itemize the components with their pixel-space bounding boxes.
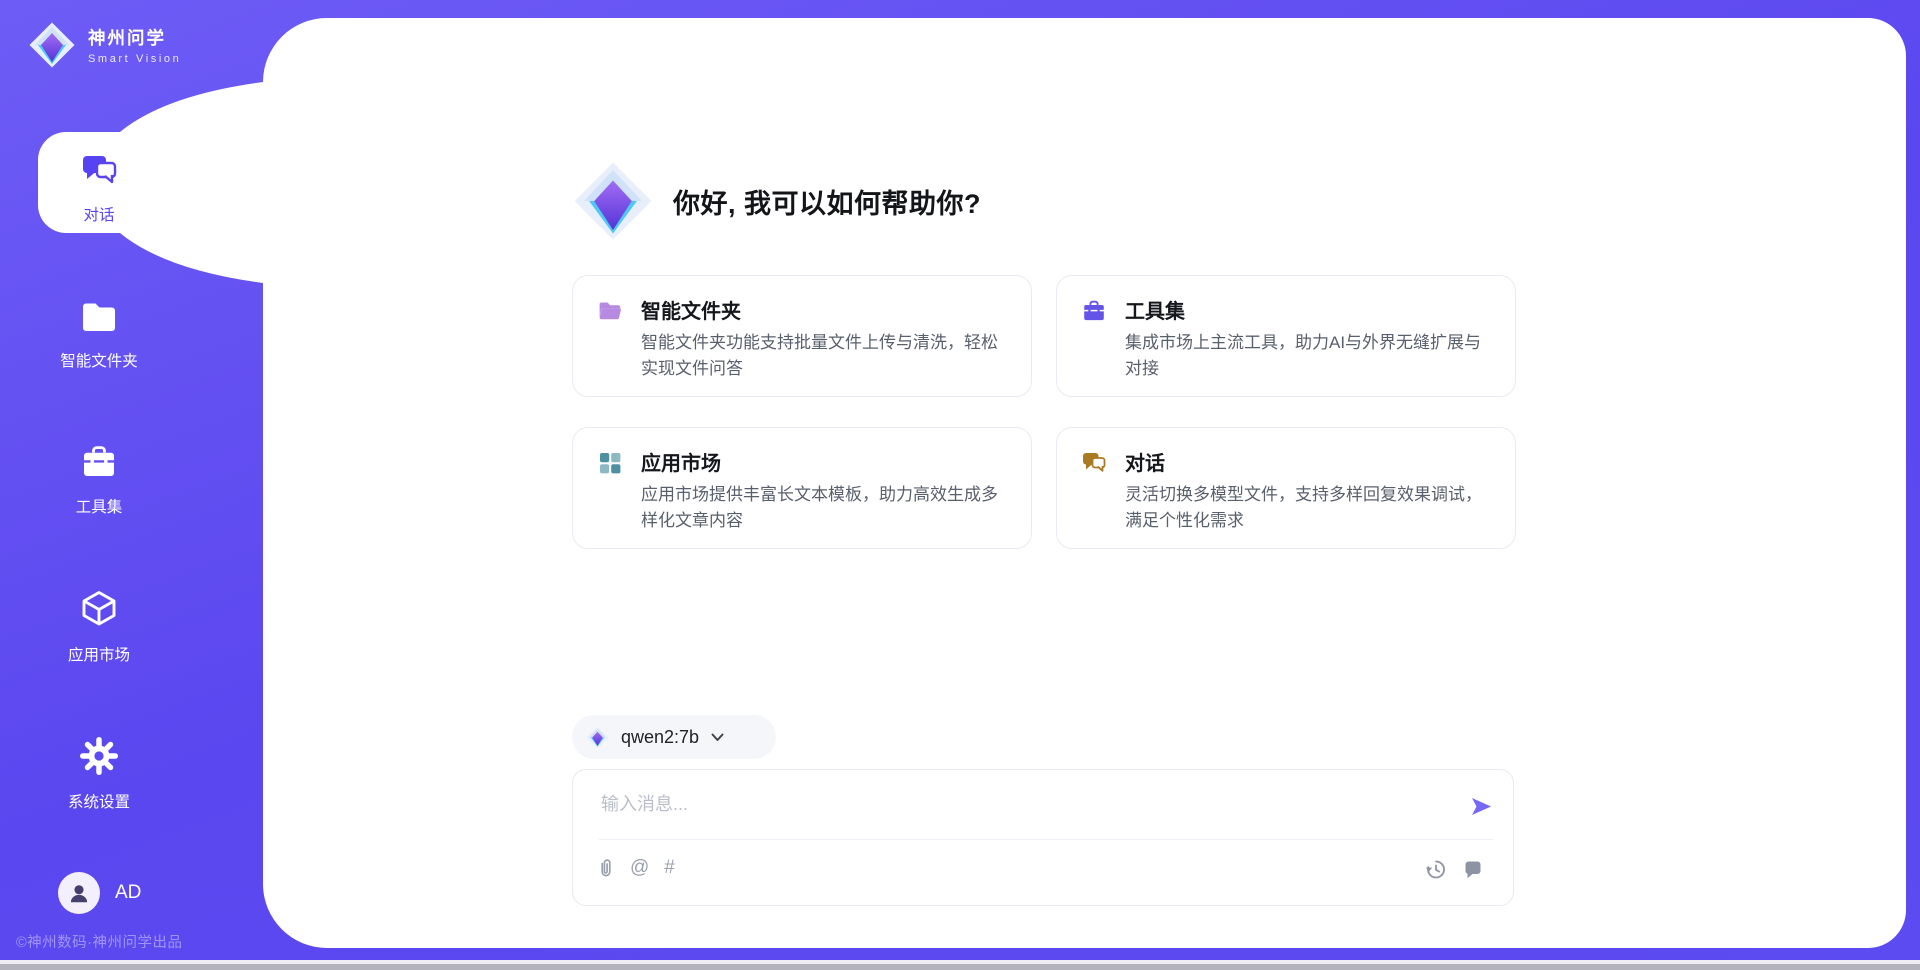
composer-tools-right	[1425, 858, 1483, 879]
user-account[interactable]: AD	[58, 872, 141, 914]
feature-card-app-market[interactable]: 应用市场 应用市场提供丰富长文本模板，助力高效生成多样化文章内容	[572, 427, 1032, 549]
model-name: qwen2:7b	[621, 727, 699, 748]
sidebar-item-settings[interactable]: 系统设置	[0, 735, 198, 812]
card-title: 对话	[1125, 447, 1491, 476]
brand-name: 神州问学	[88, 25, 181, 50]
card-desc: 智能文件夹功能支持批量文件上传与清洗，轻松实现文件问答	[641, 330, 1009, 382]
user-avatar	[58, 872, 100, 914]
card-title: 智能文件夹	[641, 295, 1007, 324]
grid-icon	[597, 450, 623, 476]
model-logo-icon	[586, 726, 609, 749]
brand-logo-icon	[28, 21, 76, 69]
main-panel: 你好, 我可以如何帮助你? 智能文件夹 智能文件夹功能支持批量文件上传与清洗，轻…	[263, 18, 1906, 948]
card-title: 应用市场	[641, 447, 1007, 476]
send-icon[interactable]	[1470, 795, 1493, 818]
toolbox-icon	[79, 442, 119, 487]
hash-icon[interactable]: #	[664, 857, 675, 879]
feature-card-toolset[interactable]: 工具集 集成市场上主流工具，助力AI与外界无缝扩展与对接	[1056, 275, 1516, 397]
sidebar-item-smart-folder[interactable]: 智能文件夹	[0, 296, 198, 371]
app-window: 神州问学 Smart Vision 对话	[0, 0, 1920, 970]
sidebar-item-label: 工具集	[76, 495, 123, 517]
card-desc: 集成市场上主流工具，助力AI与外界无缝扩展与对接	[1125, 330, 1493, 382]
feature-cards: 智能文件夹 智能文件夹功能支持批量文件上传与清洗，轻松实现文件问答 工具集 集成…	[572, 275, 1516, 549]
message-input[interactable]: 输入消息... @ #	[572, 769, 1514, 906]
chat-icon	[1081, 450, 1107, 476]
sidebar-item-label: 系统设置	[68, 790, 130, 812]
greeting-title: 你好, 我可以如何帮助你?	[673, 182, 981, 221]
history-icon[interactable]	[1425, 858, 1446, 879]
folder-icon	[79, 296, 119, 341]
card-desc: 灵活切换多模型文件，支持多样回复效果调试，满足个性化需求	[1125, 482, 1493, 534]
cube-icon	[78, 588, 120, 635]
assistant-logo-icon	[572, 160, 654, 242]
feature-card-smart-folder[interactable]: 智能文件夹 智能文件夹功能支持批量文件上传与清洗，轻松实现文件问答	[572, 275, 1032, 397]
sidebar-item-chat[interactable]: 对话	[0, 150, 198, 225]
sidebar-item-app-market[interactable]: 应用市场	[0, 588, 198, 665]
chevron-down-icon	[711, 733, 724, 742]
paperclip-icon[interactable]	[597, 857, 615, 879]
sidebar-item-label: 智能文件夹	[60, 349, 138, 371]
sidebar-item-label: 对话	[83, 203, 114, 225]
greeting-block: 你好, 我可以如何帮助你?	[572, 160, 981, 242]
folder-open-icon	[597, 298, 623, 324]
feature-card-chat[interactable]: 对话 灵活切换多模型文件，支持多样回复效果调试，满足个性化需求	[1056, 427, 1516, 549]
chat-icon	[79, 150, 119, 195]
comment-icon[interactable]	[1463, 859, 1483, 879]
sidebar-item-toolset[interactable]: 工具集	[0, 442, 198, 517]
card-desc: 应用市场提供丰富长文本模板，助力高效生成多样化文章内容	[641, 482, 1009, 534]
message-placeholder: 输入消息...	[601, 790, 688, 816]
composer-tools-left: @ #	[597, 857, 675, 879]
gear-icon	[78, 735, 120, 782]
card-title: 工具集	[1125, 295, 1491, 324]
user-name: AD	[115, 882, 141, 904]
sidebar-item-label: 应用市场	[68, 643, 130, 665]
composer-divider	[599, 839, 1493, 840]
window-edge-dark	[0, 964, 1920, 970]
brand: 神州问学 Smart Vision	[28, 21, 181, 69]
sidebar-footer: ©神州数码·神州问学出品	[16, 931, 246, 952]
toolbox-icon	[1081, 298, 1107, 324]
mention-icon[interactable]: @	[630, 857, 649, 879]
model-selector[interactable]: qwen2:7b	[572, 715, 776, 759]
brand-subtitle: Smart Vision	[88, 53, 181, 65]
